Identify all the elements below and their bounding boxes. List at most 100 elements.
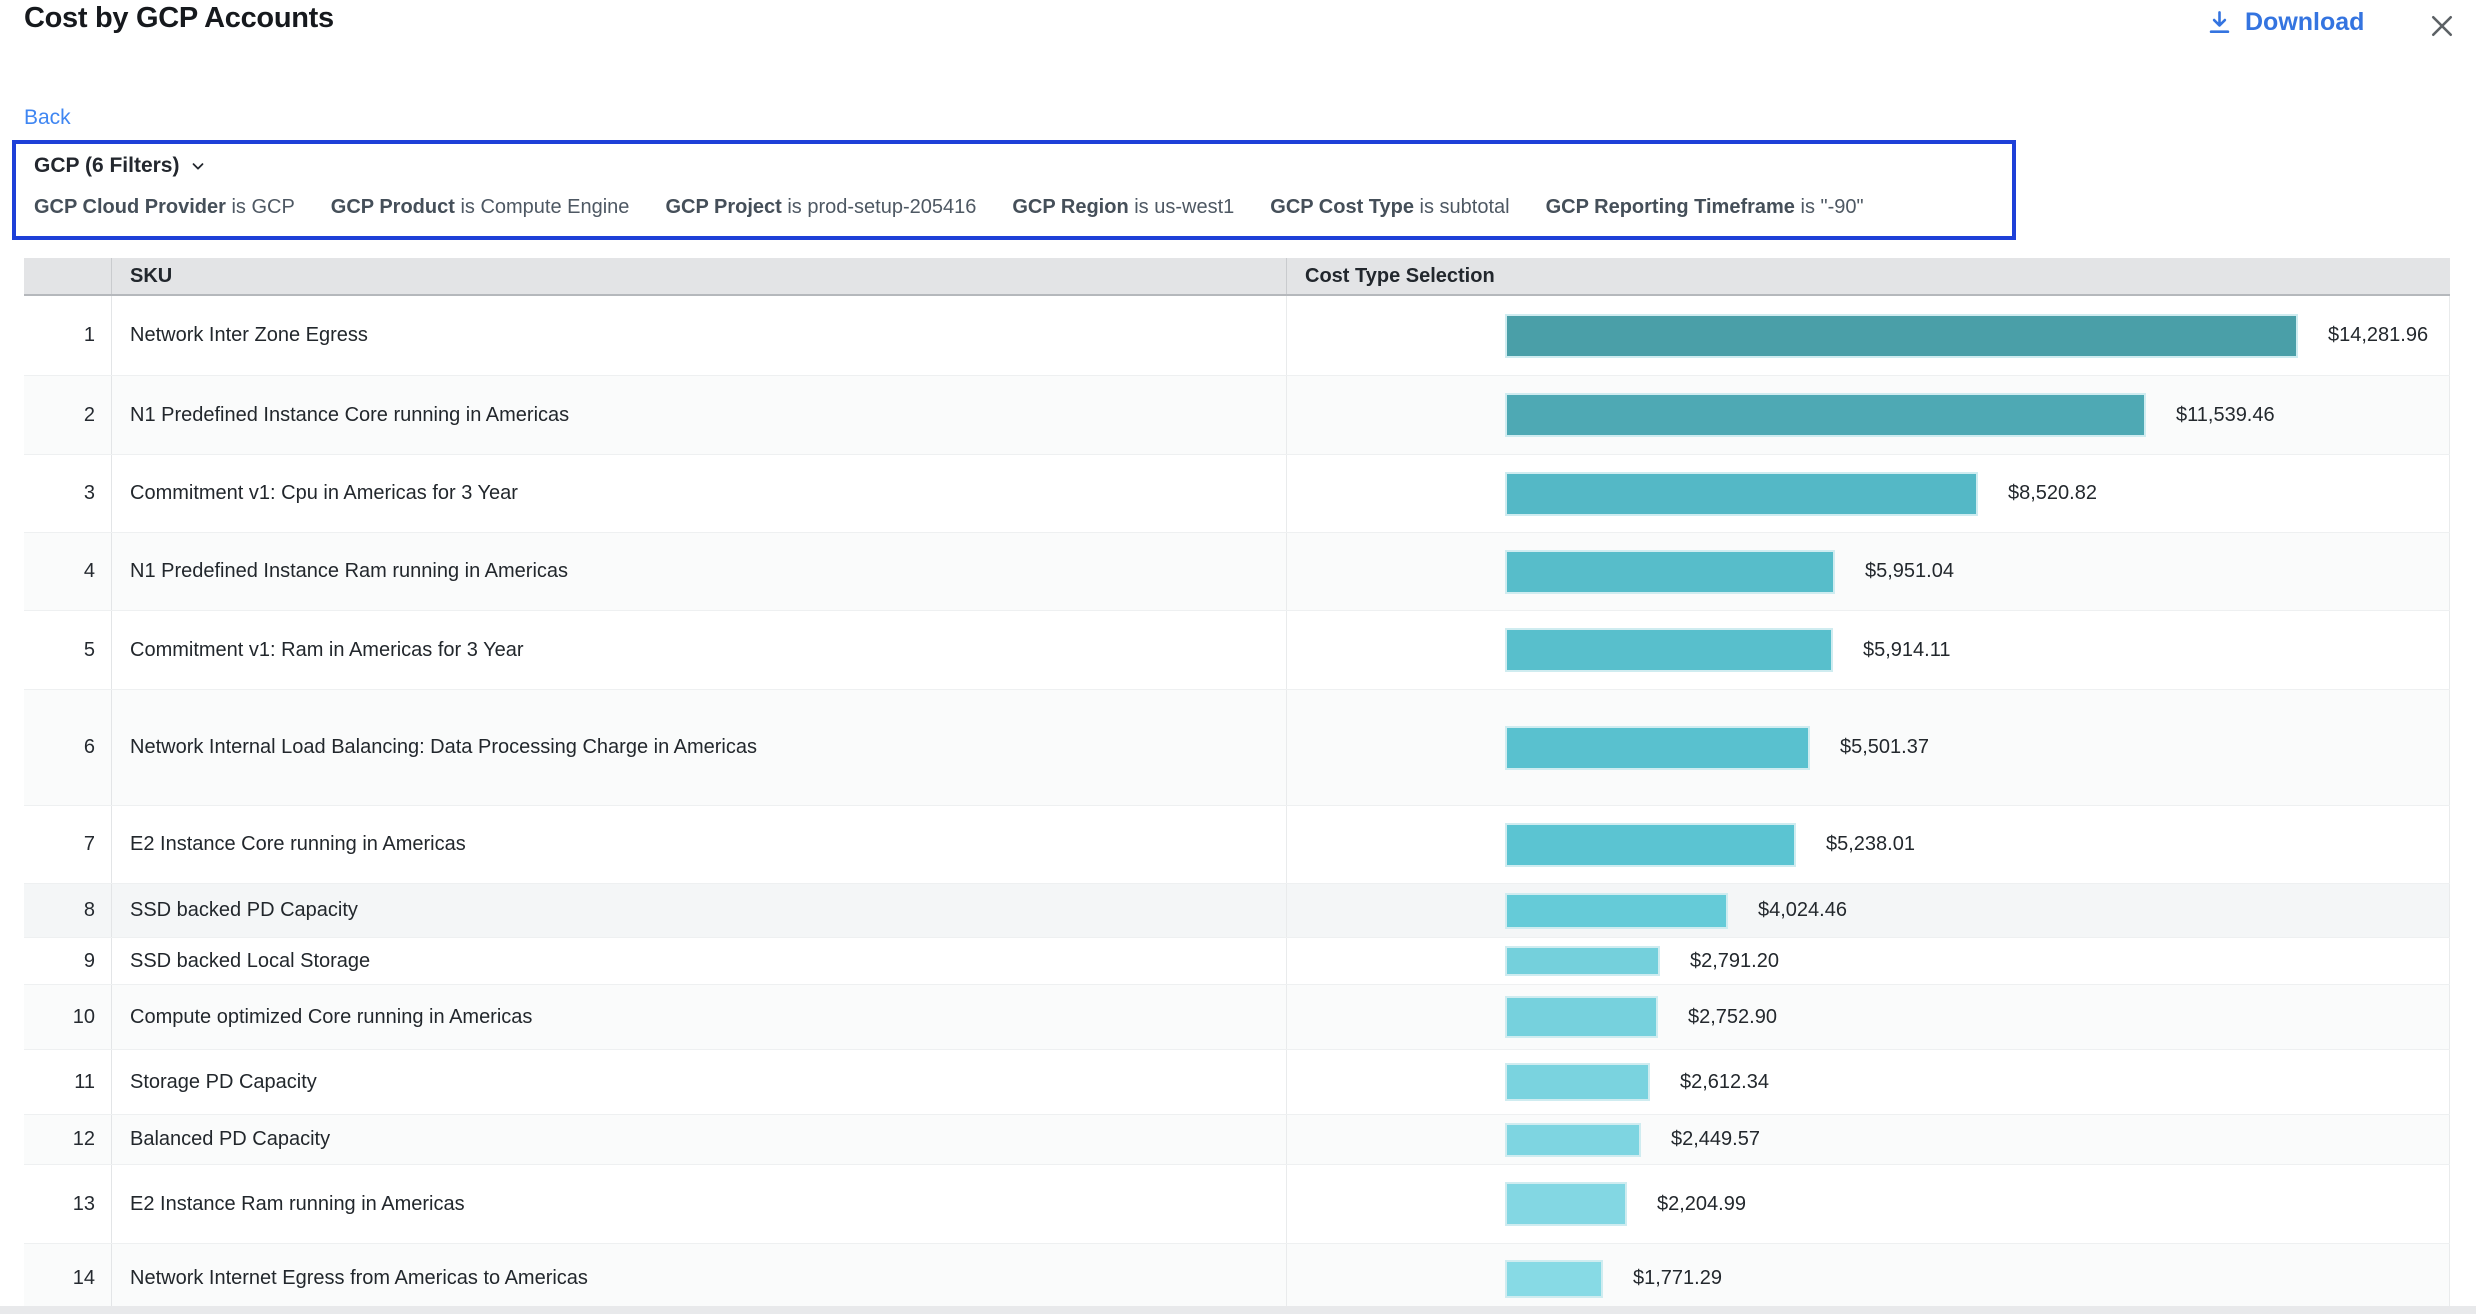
filter-chip[interactable]: GCP Cost Type is subtotal [1270,196,1509,219]
cost-cell: $8,520.82 [1287,455,2450,532]
table-row[interactable]: 14Network Internet Egress from Americas … [24,1244,2450,1314]
cost-bar[interactable] [1505,314,2298,358]
cost-value-label: $8,520.82 [2008,482,2097,505]
table-row[interactable]: 9SSD backed Local Storage $2,791.20 [24,938,2450,985]
cost-bar[interactable] [1505,996,1658,1038]
row-index: 14 [24,1244,112,1313]
table-row[interactable]: 10Compute optimized Core running in Amer… [24,985,2450,1050]
column-header-index [24,258,112,294]
cost-bar[interactable] [1505,472,1978,516]
sku-cell: SSD backed Local Storage [112,938,1287,984]
close-icon [2427,11,2457,41]
filter-field-name: GCP Cloud Provider [34,196,226,218]
row-index: 2 [24,376,112,454]
filter-chip[interactable]: GCP Region is us-west1 [1012,196,1234,219]
cost-bar[interactable] [1505,823,1796,867]
filter-field-name: GCP Project [665,196,781,218]
cost-cell: $1,771.29 [1287,1244,2450,1313]
filter-field-name: GCP Cost Type [1270,196,1414,218]
sku-cell: Commitment v1: Cpu in Americas for 3 Yea… [112,455,1287,532]
sku-cell: Compute optimized Core running in Americ… [112,985,1287,1049]
table-row[interactable]: 2N1 Predefined Instance Core running in … [24,376,2450,455]
row-index: 13 [24,1165,112,1243]
row-index: 1 [24,296,112,375]
filter-summary-button[interactable]: GCP (6 Filters) [34,154,207,178]
filter-field-name: GCP Reporting Timeframe [1546,196,1795,218]
table-body: 1Network Inter Zone Egress$14,281.962N1 … [24,296,2450,1314]
cost-value-label: $5,501.37 [1840,736,1929,759]
cost-bar[interactable] [1505,1123,1641,1157]
sku-cell: Commitment v1: Ram in Americas for 3 Yea… [112,611,1287,689]
cost-value-label: $2,204.99 [1657,1193,1746,1216]
sku-cell: Network Internal Load Balancing: Data Pr… [112,690,1287,805]
cost-bar[interactable] [1505,726,1810,770]
close-button[interactable] [2420,4,2464,48]
cost-value-label: $2,449.57 [1671,1128,1760,1151]
column-header-cost-type-selection[interactable]: Cost Type Selection [1287,258,2450,294]
row-index: 4 [24,533,112,610]
cost-value-label: $2,752.90 [1688,1006,1777,1029]
cost-cell: $5,238.01 [1287,806,2450,883]
cost-cell: $5,914.11 [1287,611,2450,689]
cost-value-label: $2,612.34 [1680,1071,1769,1094]
cost-value-label: $2,791.20 [1690,950,1779,973]
cost-bar[interactable] [1505,628,1833,672]
cost-value-label: $1,771.29 [1633,1267,1722,1290]
cost-value-label: $5,238.01 [1826,833,1915,856]
cost-value-label: $14,281.96 [2328,324,2428,347]
table-row[interactable]: 13E2 Instance Ram running in Americas $2,… [24,1165,2450,1244]
table-row[interactable]: 5Commitment v1: Ram in Americas for 3 Ye… [24,611,2450,690]
page-title: Cost by GCP Accounts [24,2,334,35]
table-row[interactable]: 3Commitment v1: Cpu in Americas for 3 Ye… [24,455,2450,533]
cost-cell: $2,449.57 [1287,1115,2450,1164]
cost-bar[interactable] [1505,393,2146,437]
table-row[interactable]: 12Balanced PD Capacity$2,449.57 [24,1115,2450,1165]
filter-chip[interactable]: GCP Reporting Timeframe is "-90" [1546,196,1864,219]
download-icon [2206,9,2233,36]
filter-panel: GCP (6 Filters) GCP Cloud Provider is GC… [12,140,2016,240]
cost-bar[interactable] [1505,1260,1603,1298]
table-row[interactable]: 8SSD backed PD Capacity$4,024.46 [24,884,2450,938]
filter-chip[interactable]: GCP Product is Compute Engine [331,196,630,219]
sku-cell: Network Internet Egress from Americas to… [112,1244,1287,1313]
sku-cell: E2 Instance Ram running in Americas [112,1165,1287,1243]
table-row[interactable]: 6Network Internal Load Balancing: Data P… [24,690,2450,806]
horizontal-scrollbar-track[interactable] [0,1306,2476,1314]
cost-value-label: $4,024.46 [1758,899,1847,922]
row-index: 10 [24,985,112,1049]
row-index: 9 [24,938,112,984]
cost-bar[interactable] [1505,893,1728,929]
cost-value-label: $5,951.04 [1865,560,1954,583]
cost-bar[interactable] [1505,1063,1650,1101]
cost-cell: $2,612.34 [1287,1050,2450,1114]
filter-chip[interactable]: GCP Project is prod-setup-205416 [665,196,976,219]
filter-chip[interactable]: GCP Cloud Provider is GCP [34,196,295,219]
row-index: 11 [24,1050,112,1114]
table-row[interactable]: 4N1 Predefined Instance Ram running in A… [24,533,2450,611]
cost-bar[interactable] [1505,1182,1627,1226]
back-link[interactable]: Back [24,106,71,130]
download-label: Download [2245,8,2364,37]
cost-bar[interactable] [1505,946,1660,976]
table-header-row: SKU Cost Type Selection [24,258,2450,296]
cost-cell: $5,951.04 [1287,533,2450,610]
cost-table: SKU Cost Type Selection 1Network Inter Z… [24,258,2450,1314]
filter-field-name: GCP Region [1012,196,1128,218]
cost-bar[interactable] [1505,550,1835,594]
sku-cell: N1 Predefined Instance Ram running in Am… [112,533,1287,610]
row-index: 5 [24,611,112,689]
chevron-down-icon [189,157,207,175]
sku-cell: Balanced PD Capacity [112,1115,1287,1164]
table-row[interactable]: 1Network Inter Zone Egress$14,281.96 [24,296,2450,376]
cost-cell: $11,539.46 [1287,376,2450,454]
column-header-sku[interactable]: SKU [112,258,1287,294]
cost-value-label: $5,914.11 [1863,639,1951,662]
download-button[interactable]: Download [2206,8,2364,37]
filter-chip-list: GCP Cloud Provider is GCP GCP Product is … [34,196,1996,219]
sku-cell: N1 Predefined Instance Core running in A… [112,376,1287,454]
table-row[interactable]: 7E2 Instance Core running in Americas$5,… [24,806,2450,884]
sku-cell: E2 Instance Core running in Americas [112,806,1287,883]
table-row[interactable]: 11Storage PD Capacity$2,612.34 [24,1050,2450,1115]
cost-cell: $5,501.37 [1287,690,2450,805]
filter-summary-label: GCP (6 Filters) [34,154,179,178]
